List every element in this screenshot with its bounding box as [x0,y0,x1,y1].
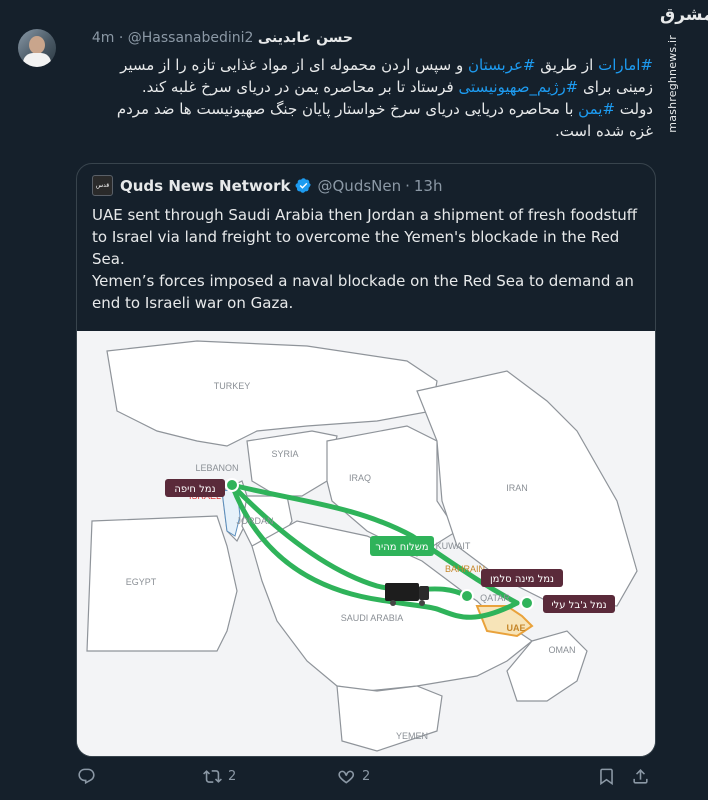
node-haifa [225,478,239,492]
quoted-separator: · [405,176,410,195]
author-avatar[interactable] [18,29,56,67]
author-name[interactable]: حسن عابدینی [258,30,353,46]
hashtag-zionist-regime[interactable]: #رژیم_صهیونیستی [459,78,579,96]
retweet-icon [203,770,222,783]
quoted-paragraph-1: UAE sent through Saudi Arabia then Jorda… [92,206,638,268]
mashregh-site: mashreghnews.ir [666,35,679,133]
tweet-text-segment: فرستاد تا بر محاصره یمن در دریای سرخ غلب… [141,78,459,96]
callout-haifa: נמל חיפה [165,479,225,497]
quds-news-logo[interactable]: قدس [92,175,113,196]
label-iran: IRAN [506,483,528,493]
tweet-text-segment: و سپس اردن محموله ای از مواد غذایی تازه … [120,56,469,74]
label-saudi-arabia: SAUDI ARABIA [341,613,404,623]
author-handle[interactable]: @Hassanabedini2 [128,30,254,46]
verified-badge-icon [295,178,311,193]
reply-button[interactable] [77,767,102,786]
tweet-line: دولت #یمن با محاصره دریایی دریای سرخ خوا… [83,98,653,120]
label-qatar: QATAR [480,593,510,603]
callout-dubai-port: נמל ג'בל עלי [543,595,615,613]
avatar-body [23,53,51,67]
label-oman: OMAN [549,645,576,655]
node-dubai [520,596,534,610]
quoted-author-name[interactable]: Quds News Network [120,177,291,195]
header-separator: · [118,30,124,46]
quoted-tweet-text: UAE sent through Saudi Arabia then Jorda… [92,204,640,314]
label-yemen: YEMEN [396,731,428,741]
quoted-author-handle[interactable]: @QudsNen [318,177,402,195]
route-map: TURKEY SYRIA LEBANON ISRAEL IRAQ IRAN JO… [77,331,655,756]
tweet-text-segment: غزه شده است. [554,122,653,140]
callout-dubai-port-label: נמל ג'בל עלי [551,600,606,611]
mashregh-logo: مشرق [660,5,708,25]
like-count: 2 [362,769,371,784]
label-bahrain: BAHRAIN [445,564,485,574]
tweet-text-segment: با محاصره دریایی دریای سرخ خواستار پایان… [116,100,579,118]
tweet-text-segment: دولت [615,100,653,118]
quoted-tweet[interactable]: قدس Quds News Network @QudsNen · 13h UAE… [76,163,656,757]
callout-shipment-label: משלוח מהיר [375,542,428,553]
label-syria: SYRIA [271,449,298,459]
tweet-text-segment: از طریق [535,56,599,74]
tweet-text-segment: زمینی برای [578,78,653,96]
tweet-line: غزه شده است. [83,120,653,142]
quoted-tweet-header: قدس Quds News Network @QudsNen · 13h [92,175,442,196]
share-button[interactable] [631,767,650,786]
callout-haifa-label: נמל חיפה [174,484,215,495]
label-lebanon: LEBANON [195,463,238,473]
hashtag-emirates[interactable]: #امارات [598,56,653,74]
callout-bahrain-port: נמל מינה סלמן [481,569,563,587]
label-jordan: JORDAN [236,516,273,526]
label-kuwait: KUWAIT [436,541,471,551]
bookmark-button[interactable] [597,767,616,786]
label-iraq: IRAQ [349,473,371,483]
retweet-count: 2 [228,769,237,784]
route-map-image[interactable]: TURKEY SYRIA LEBANON ISRAEL IRAQ IRAN JO… [77,331,655,756]
share-icon [633,769,648,784]
quoted-paragraph-2: Yemen’s forces imposed a naval blockade … [92,272,634,312]
retweet-button[interactable]: 2 [203,767,236,786]
hashtag-yemen[interactable]: #یمن [578,100,615,118]
tweet-header: 4m · @Hassanabedini2 حسن عابدینی [92,30,353,46]
callout-shipment: משלוח מהיר [370,536,434,556]
heart-icon [338,770,355,784]
reply-icon [78,768,95,785]
tweet-line: زمینی برای #رژیم_صهیونیستی فرستاد تا بر … [83,76,653,98]
node-bahrain [460,589,474,603]
country-egypt [86,515,238,652]
tweet-text: #امارات از طریق #عربستان و سپس اردن محمو… [83,54,653,142]
tweet-line: #امارات از طریق #عربستان و سپس اردن محمو… [83,54,653,76]
tweet-time[interactable]: 4m [92,30,115,46]
like-button[interactable]: 2 [337,767,370,786]
hashtag-saudi[interactable]: #عربستان [468,56,535,74]
tweet-actions: 2 2 [0,767,708,795]
mashregh-watermark: مشرق mashreghnews.ir [660,5,708,133]
label-egypt: EGYPT [126,577,157,587]
bookmark-icon [600,768,613,786]
callout-bahrain-port-label: נמל מינה סלמן [490,574,554,585]
avatar-face [29,36,45,54]
quoted-time[interactable]: 13h [414,177,443,195]
label-uae: UAE [506,623,525,633]
label-turkey: TURKEY [214,381,251,391]
